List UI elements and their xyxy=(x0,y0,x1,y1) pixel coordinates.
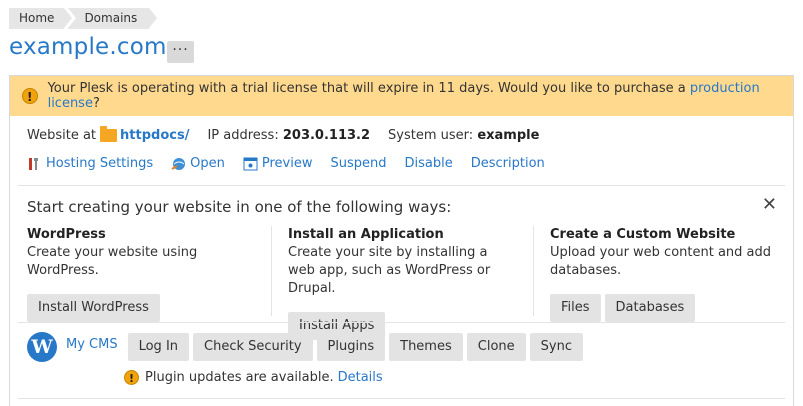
install-wordpress-button[interactable]: Install WordPress xyxy=(27,294,160,322)
sync-button[interactable]: Sync xyxy=(529,333,583,361)
wordpress-logo-icon: W xyxy=(27,332,57,362)
website-at-label: Website at xyxy=(27,128,97,143)
plugin-updates-text: Plugin updates are available. xyxy=(145,370,334,385)
log-in-button[interactable]: Log In xyxy=(127,333,190,361)
system-user-label: System user: xyxy=(388,128,474,143)
wordpress-option: WordPress Create your website using Word… xyxy=(27,227,270,322)
disable-link[interactable]: Disable xyxy=(405,156,453,171)
wordpress-cms-row: W My CMS Log In Check Security Plugins T… xyxy=(27,332,587,362)
breadcrumb-home[interactable]: Home xyxy=(9,8,73,29)
warning-icon: ! xyxy=(22,88,38,104)
themes-button[interactable]: Themes xyxy=(389,333,463,361)
install-app-option: Install an Application Create your site … xyxy=(288,227,531,340)
description-link[interactable]: Description xyxy=(471,156,545,171)
hosting-settings-link[interactable]: Hosting Settings xyxy=(27,156,153,171)
column-divider xyxy=(271,226,272,316)
warning-text: Your Plesk is operating with a trial lic… xyxy=(47,81,760,111)
domain-panel: ! Your Plesk is operating with a trial l… xyxy=(9,75,794,406)
details-link[interactable]: Details xyxy=(338,370,383,385)
open-link[interactable]: Open xyxy=(171,156,225,171)
custom-website-text: Upload your web content and add database… xyxy=(550,245,772,278)
cms-name-link[interactable]: My CMS xyxy=(66,337,118,352)
folder-icon xyxy=(100,126,118,142)
breadcrumb: Home Domains xyxy=(9,8,158,29)
ip-label: IP address: xyxy=(207,128,279,143)
system-user-value: example xyxy=(477,128,540,143)
start-creating-title: Start creating your website in one of th… xyxy=(27,198,452,216)
install-app-text: Create your site by installing a web app… xyxy=(288,245,491,296)
custom-website-option: Create a Custom Website Upload your web … xyxy=(550,227,790,322)
ip-value: 203.0.113.2 xyxy=(282,128,371,143)
docroot-link[interactable]: httpdocs/ xyxy=(120,128,189,143)
files-button[interactable]: Files xyxy=(550,294,601,322)
more-options-button[interactable]: ··· xyxy=(167,41,194,63)
page-title: example.com xyxy=(9,34,167,60)
check-security-button[interactable]: Check Security xyxy=(193,333,313,361)
custom-website-heading: Create a Custom Website xyxy=(550,227,736,242)
plugins-button[interactable]: Plugins xyxy=(316,333,386,361)
wordpress-text: Create your website using WordPress. xyxy=(27,245,198,278)
divider xyxy=(18,185,785,186)
globe-open-icon xyxy=(171,157,186,170)
warning-icon: ! xyxy=(124,370,139,385)
close-icon[interactable]: ✕ xyxy=(762,194,777,215)
divider xyxy=(18,322,785,323)
tools-icon xyxy=(29,157,38,170)
wordpress-heading: WordPress xyxy=(27,227,106,242)
website-info: Website at httpdocs/ IP address: 203.0.1… xyxy=(27,126,540,143)
install-app-heading: Install an Application xyxy=(288,227,444,242)
plugin-updates-notice: ! Plugin updates are available. Details xyxy=(124,370,383,385)
databases-button[interactable]: Databases xyxy=(604,294,696,322)
breadcrumb-domains[interactable]: Domains xyxy=(68,8,158,29)
domain-actions: Hosting Settings Open Preview Suspend Di… xyxy=(27,156,563,171)
preview-icon xyxy=(243,157,258,170)
trial-license-warning: ! Your Plesk is operating with a trial l… xyxy=(10,76,793,116)
preview-link[interactable]: Preview xyxy=(243,156,313,171)
column-divider xyxy=(533,226,534,316)
suspend-link[interactable]: Suspend xyxy=(331,156,387,171)
divider xyxy=(18,398,785,399)
clone-button[interactable]: Clone xyxy=(466,333,526,361)
